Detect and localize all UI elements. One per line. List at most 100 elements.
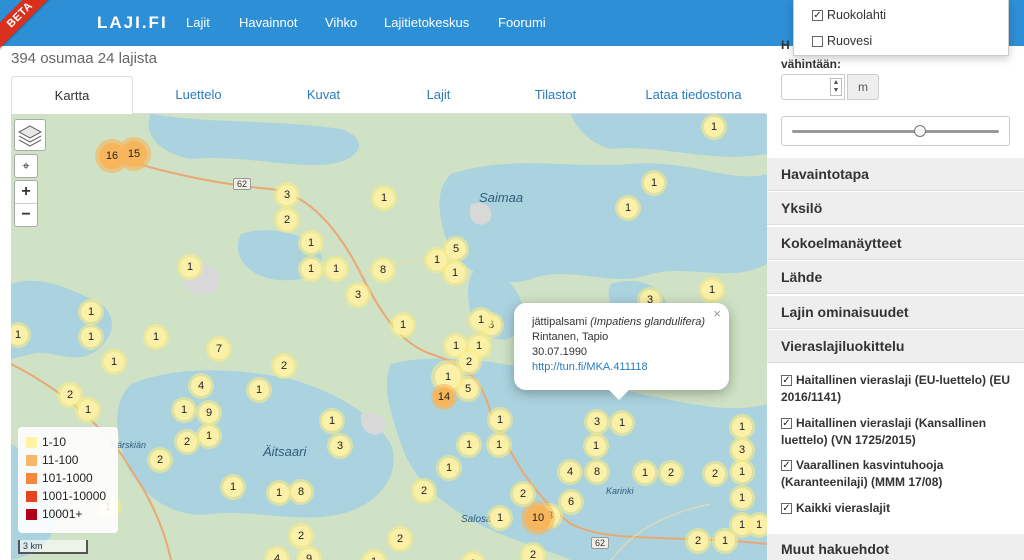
cluster-marker[interactable]: 1 <box>487 407 513 433</box>
cluster-marker[interactable]: 1 <box>196 423 222 449</box>
cluster-marker[interactable]: 1 <box>143 324 169 350</box>
cluster-marker[interactable]: 2 <box>147 447 173 473</box>
checkbox-checked-icon[interactable] <box>781 460 792 471</box>
cluster-marker[interactable]: 1 <box>712 528 738 554</box>
cluster-marker[interactable]: 1 <box>615 195 641 221</box>
cluster-marker[interactable]: 1 <box>246 377 272 403</box>
cluster-marker[interactable]: 2 <box>702 461 728 487</box>
tab-lataa-tiedostona[interactable]: Lataa tiedostona <box>636 76 751 114</box>
nav-lajit[interactable]: Lajit <box>186 15 210 30</box>
cluster-marker[interactable]: 8 <box>584 459 610 485</box>
cluster-marker[interactable]: 8 <box>370 257 396 283</box>
cluster-marker[interactable]: 1 <box>298 256 324 282</box>
cluster-marker[interactable]: 2 <box>411 478 437 504</box>
cluster-marker[interactable]: 1 <box>266 480 292 506</box>
section-lajin-ominaisuudet[interactable]: Lajin ominaisuudet <box>767 296 1024 329</box>
cluster-marker[interactable]: 1 <box>699 277 725 303</box>
cluster-marker[interactable]: 2 <box>274 207 300 233</box>
cluster-marker[interactable]: 1 <box>390 312 416 338</box>
zoom-out-button[interactable]: − <box>15 204 37 227</box>
checkbox-national-list[interactable]: Haitallinen vieraslaji (Kansallinen luet… <box>781 415 1016 449</box>
cluster-marker[interactable]: 2 <box>658 460 684 486</box>
tab-kuvat[interactable]: Kuvat <box>271 76 376 114</box>
cluster-marker[interactable]: 15 <box>117 137 151 171</box>
spinner-down-icon[interactable]: ▼ <box>831 87 841 95</box>
cluster-marker[interactable]: 1 <box>371 185 397 211</box>
cluster-marker[interactable]: 14 <box>431 384 457 410</box>
section-muut-hakuehdot[interactable]: Muut hakuehdot <box>767 534 1024 560</box>
cluster-marker[interactable]: 1 <box>486 432 512 458</box>
cluster-marker[interactable]: 1 <box>729 414 755 440</box>
cluster-marker[interactable]: 1 <box>641 170 667 196</box>
cluster-marker[interactable]: 1 <box>78 324 104 350</box>
cluster-marker[interactable]: 1 <box>323 256 349 282</box>
cluster-marker[interactable]: 1 <box>298 230 324 256</box>
checkbox-eu-list[interactable]: Haitallinen vieraslaji (EU-luettelo) (EU… <box>781 372 1016 406</box>
tab-lajit[interactable]: Lajit <box>386 76 491 114</box>
cluster-marker[interactable]: 1 <box>729 459 755 485</box>
checkbox-checked-icon[interactable] <box>781 418 792 429</box>
cluster-marker[interactable]: 2 <box>174 429 200 455</box>
layers-button[interactable] <box>14 119 46 151</box>
cluster-marker[interactable]: 1 <box>632 460 658 486</box>
cluster-marker[interactable]: 2 <box>387 526 413 552</box>
cluster-marker[interactable]: 1 <box>609 410 635 436</box>
cluster-marker[interactable]: 1 <box>729 485 755 511</box>
nav-foorumi[interactable]: Foorumi <box>498 15 546 30</box>
cluster-marker[interactable]: 1 <box>583 433 609 459</box>
cluster-marker[interactable]: 2 <box>271 353 297 379</box>
min-number-input[interactable]: ▲ ▼ <box>781 74 845 100</box>
cluster-marker[interactable]: 3 <box>327 433 353 459</box>
checkbox-unchecked-icon[interactable] <box>812 35 823 47</box>
cluster-marker[interactable]: 1 <box>101 349 127 375</box>
cluster-marker[interactable]: 3 <box>584 409 610 435</box>
range-slider[interactable] <box>781 116 1010 146</box>
cluster-marker[interactable]: 1 <box>319 408 345 434</box>
cluster-marker[interactable]: 5 <box>443 236 469 262</box>
cluster-marker[interactable]: 4 <box>188 373 214 399</box>
cluster-marker[interactable]: 1 <box>442 260 468 286</box>
cluster-marker[interactable]: 3 <box>274 182 300 208</box>
brand-logo[interactable]: LAJI.FI <box>97 13 168 33</box>
cluster-marker[interactable]: 4 <box>557 459 583 485</box>
observation-map[interactable]: Saimaa Äitsaari Salosaari Kärskiän Karin… <box>11 114 767 560</box>
cluster-marker[interactable]: 1 <box>468 307 494 333</box>
nav-havainnot[interactable]: Havainnot <box>239 15 298 30</box>
tab-luettelo[interactable]: Luettelo <box>146 76 251 114</box>
section-lahde[interactable]: Lähde <box>767 261 1024 294</box>
checkbox-quarantine[interactable]: Vaarallinen kasvintuhooja (Karanteenilaj… <box>781 457 1016 491</box>
cluster-marker[interactable]: 2 <box>510 481 536 507</box>
section-vieraslajiluokittelu[interactable]: Vieraslajiluokittelu <box>767 330 1024 363</box>
cluster-marker[interactable]: 1 <box>75 397 101 423</box>
section-yksilo[interactable]: Yksilö <box>767 192 1024 225</box>
checkbox-checked-icon[interactable] <box>812 9 823 21</box>
tab-kartta[interactable]: Kartta <box>11 76 133 115</box>
locate-button[interactable]: ⌖ <box>14 154 38 178</box>
cluster-marker[interactable]: 6 <box>558 489 584 515</box>
cluster-marker[interactable]: 1 <box>78 299 104 325</box>
cluster-marker[interactable]: 1 <box>171 397 197 423</box>
cluster-marker[interactable]: 1 <box>701 114 727 140</box>
spinner-up-icon[interactable]: ▲ <box>831 79 841 87</box>
slider-handle[interactable] <box>914 125 927 137</box>
cluster-marker[interactable]: 1 <box>436 455 462 481</box>
checkbox-checked-icon[interactable] <box>781 503 792 514</box>
cluster-marker[interactable]: 1 <box>177 254 203 280</box>
cluster-marker[interactable]: 1 <box>746 512 767 538</box>
slider-track[interactable] <box>792 130 999 133</box>
cluster-marker[interactable]: 2 <box>685 528 711 554</box>
cluster-marker[interactable]: 7 <box>206 336 232 362</box>
dropdown-option-ruokolahti[interactable]: Ruokolahti <box>812 8 886 22</box>
cluster-marker[interactable]: 3 <box>345 282 371 308</box>
popup-link[interactable]: http://tun.fi/MKA.411118 <box>532 361 648 373</box>
section-havaintotapa[interactable]: Havaintotapa <box>767 158 1024 191</box>
tab-tilastot[interactable]: Tilastot <box>503 76 608 114</box>
cluster-marker[interactable]: 1 <box>220 474 246 500</box>
cluster-marker[interactable]: 1 <box>456 432 482 458</box>
dropdown-option-ruovesi[interactable]: Ruovesi <box>812 34 872 48</box>
close-icon[interactable]: × <box>713 306 721 321</box>
cluster-marker[interactable]: 1 <box>487 505 513 531</box>
nav-vihko[interactable]: Vihko <box>325 15 357 30</box>
checkbox-all-alien[interactable]: Kaikki vieraslajit <box>781 500 1016 517</box>
zoom-in-button[interactable]: + <box>15 181 37 204</box>
